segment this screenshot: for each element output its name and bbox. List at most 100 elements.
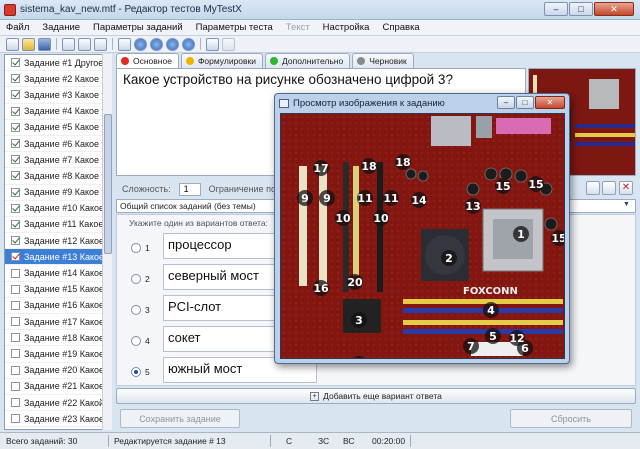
tab-additional[interactable]: Дополнительно — [265, 53, 351, 68]
filter-icon[interactable] — [118, 37, 131, 51]
task-list-item[interactable]: Задание #15 Какое у — [5, 282, 111, 298]
delete-task-icon[interactable] — [94, 37, 107, 51]
task-label: Задание #4 Какое уст — [24, 106, 111, 117]
tab-formulations[interactable]: Формулировки — [180, 53, 264, 68]
task-checkbox[interactable] — [11, 90, 20, 100]
task-checkbox[interactable] — [11, 398, 20, 408]
task-list-item[interactable]: Задание #8 Какое уст — [5, 168, 111, 185]
board-label: 7 — [467, 340, 475, 353]
maximize-button[interactable]: □ — [569, 2, 593, 16]
task-checkbox[interactable] — [11, 268, 20, 278]
answer-radio[interactable] — [131, 274, 141, 284]
move-bottom-icon[interactable] — [182, 37, 195, 51]
task-list-item[interactable]: Задание #10 Какое у — [5, 201, 111, 217]
save-task-button[interactable]: Сохранить задание — [120, 409, 240, 428]
image-button[interactable] — [586, 181, 600, 195]
task-checkbox[interactable] — [11, 365, 20, 375]
task-checkbox[interactable] — [11, 58, 20, 68]
reset-button[interactable]: Сбросить — [510, 409, 632, 428]
menu-file[interactable]: Файл — [6, 22, 29, 33]
remove-image-icon[interactable]: ✕ — [619, 181, 633, 195]
task-checkbox[interactable] — [11, 187, 20, 197]
menu-task[interactable]: Задание — [42, 22, 80, 33]
add-image-icon[interactable] — [602, 181, 616, 195]
add-task-after-icon[interactable] — [78, 37, 91, 51]
task-list-item[interactable]: Задание #9 Какое уст — [5, 185, 111, 201]
task-list-item[interactable]: Задание #14 Какое у — [5, 265, 111, 282]
answer-radio[interactable] — [131, 367, 141, 377]
task-list-scrollbar[interactable] — [102, 54, 112, 430]
copy-icon[interactable] — [206, 37, 219, 51]
close-button[interactable]: ✕ — [594, 2, 634, 16]
task-checkbox[interactable] — [11, 300, 20, 310]
menu-task-params[interactable]: Параметры заданий — [93, 22, 183, 33]
task-list-item[interactable]: Задание #11 Какое у — [5, 217, 111, 234]
app-icon — [4, 4, 16, 16]
answer-radio[interactable] — [131, 336, 141, 346]
task-checkbox[interactable] — [11, 122, 20, 132]
task-list-item[interactable]: Задание #2 Какое уст — [5, 71, 111, 88]
answer-radio[interactable] — [131, 305, 141, 315]
move-down-icon[interactable] — [150, 37, 163, 51]
task-list-item[interactable]: Задание #6 Какое уст — [5, 136, 111, 153]
move-top-icon[interactable] — [166, 37, 179, 51]
toolbar-divider — [56, 38, 57, 50]
add-answer-button[interactable]: + Добавить еще вариант ответа — [116, 388, 636, 404]
task-list-item[interactable]: Задание #5 Какое уст — [5, 120, 111, 136]
menu-help[interactable]: Справка — [382, 22, 419, 33]
task-list-item[interactable]: Задание #7 Какое уст — [5, 152, 111, 169]
task-list-item[interactable]: Задание #20 Какое у — [5, 363, 111, 379]
task-checkbox[interactable] — [11, 106, 20, 116]
task-list-item[interactable]: Задание #12 Какое у — [5, 233, 111, 250]
task-checkbox[interactable] — [11, 252, 20, 262]
paste-icon[interactable] — [222, 37, 235, 51]
image-preview-window[interactable]: Просмотр изображения к заданию – □ ✕ FOX… — [274, 93, 570, 364]
task-checkbox[interactable] — [11, 171, 20, 181]
task-checkbox[interactable] — [11, 74, 20, 84]
new-file-icon[interactable] — [6, 37, 19, 51]
save-icon[interactable] — [38, 37, 51, 51]
task-label: Задание #21 Какое у — [24, 381, 111, 392]
task-list-item[interactable]: Задание #21 Какое у — [5, 379, 111, 395]
task-list-item[interactable]: Задание #18 Какое у — [5, 330, 111, 347]
scrollbar-thumb[interactable] — [104, 114, 112, 254]
task-list-item[interactable]: Задание #17 Какое у — [5, 314, 111, 331]
task-checkbox[interactable] — [11, 381, 20, 391]
task-checkbox[interactable] — [11, 414, 20, 424]
menu-settings[interactable]: Настройка — [323, 22, 370, 33]
task-list-item[interactable]: Задание #4 Какое уст — [5, 104, 111, 120]
task-list-item[interactable]: Задание #3 Какое уст — [5, 87, 111, 104]
menu-text[interactable]: Текст — [286, 22, 310, 33]
minimize-button[interactable]: – — [544, 2, 568, 16]
task-label: Задание #3 Какое уст — [24, 89, 111, 100]
task-checkbox[interactable] — [11, 219, 20, 229]
popup-maximize-button[interactable]: □ — [516, 96, 534, 109]
task-list-item[interactable]: Задание #23 Какое у — [5, 411, 111, 428]
task-checkbox[interactable] — [11, 236, 20, 246]
task-checkbox[interactable] — [11, 139, 20, 149]
dimm-slot — [403, 329, 563, 334]
task-checkbox[interactable] — [11, 349, 20, 359]
task-checkbox[interactable] — [11, 284, 20, 294]
task-checkbox[interactable] — [11, 155, 20, 165]
popup-close-button[interactable]: ✕ — [535, 96, 565, 109]
task-list-item[interactable]: Задание #16 Какое у — [5, 298, 111, 314]
task-checkbox[interactable] — [11, 203, 20, 213]
status-c: C — [286, 436, 293, 446]
task-list-item[interactable]: Задание #22 Какой у — [5, 395, 111, 412]
tab-main[interactable]: Основное — [116, 53, 179, 68]
tab-draft[interactable]: Черновик — [352, 53, 414, 68]
popup-minimize-button[interactable]: – — [497, 96, 515, 109]
task-list-item[interactable]: Задание #13 Какое у — [5, 249, 111, 266]
task-list-item[interactable]: Задание #1 Другое н — [5, 55, 111, 72]
open-folder-icon[interactable] — [22, 37, 35, 51]
task-checkbox[interactable] — [11, 333, 20, 343]
task-list-item[interactable]: Задание #19 Какое у — [5, 346, 111, 363]
task-label: Задание #13 Какое у — [24, 251, 111, 262]
answer-radio[interactable] — [131, 243, 141, 253]
task-checkbox[interactable] — [11, 317, 20, 327]
menu-test-params[interactable]: Параметры теста — [196, 22, 273, 33]
move-up-icon[interactable] — [134, 37, 147, 51]
difficulty-spinner[interactable]: 1 — [178, 182, 201, 196]
add-task-icon[interactable] — [62, 37, 75, 51]
